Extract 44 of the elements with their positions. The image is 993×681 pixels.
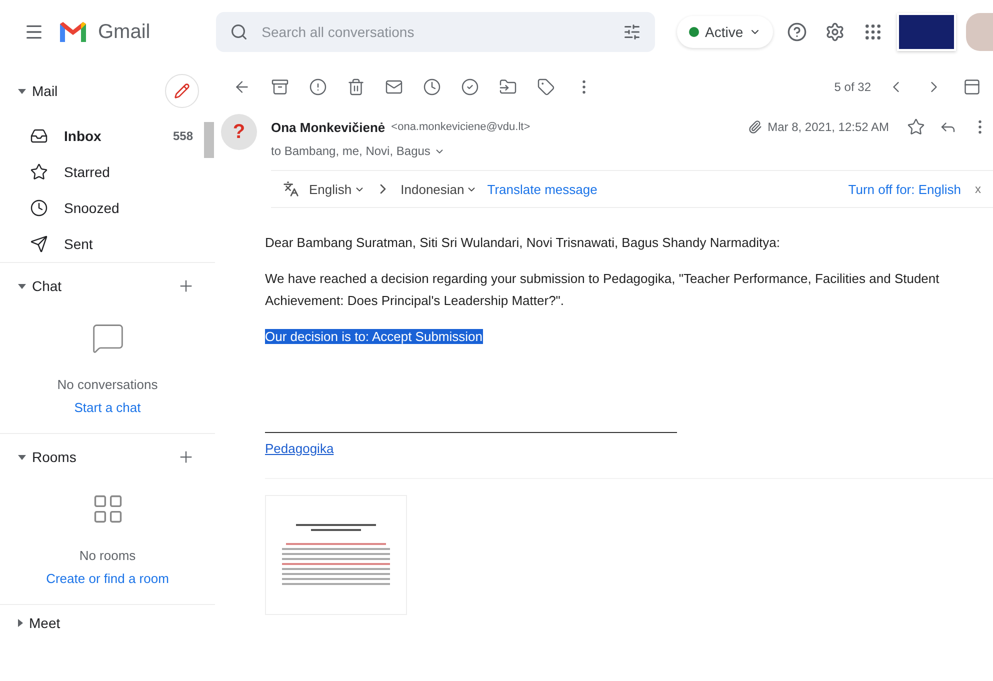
search-bar[interactable]: Search all conversations xyxy=(216,12,655,52)
sender-name: Ona Monkevičienė xyxy=(271,120,386,134)
pencil-icon xyxy=(174,83,190,99)
language-dropdown[interactable]: English xyxy=(309,182,365,196)
search-field[interactable]: Search all conversations xyxy=(260,23,611,41)
message-paragraph: Dear Bambang Suratman, Siti Sri Wulandari, Novi Trisnawati, Bagus Shandy Narmaditya: xyxy=(265,235,780,250)
document-thumbnail[interactable] xyxy=(265,495,407,615)
section-header[interactable]: Chat xyxy=(18,278,62,294)
message-date: Mar 8, 2021, 12:52 AM xyxy=(768,120,889,134)
compose-button[interactable] xyxy=(165,74,199,108)
sender-email: <ona.monkeviciene@vdu.lt> xyxy=(391,121,530,133)
section-header[interactable]: Meet xyxy=(18,615,60,631)
star-icon xyxy=(30,163,48,181)
empty-message: No conversations xyxy=(57,377,158,392)
clock-icon xyxy=(30,199,48,217)
signature-link[interactable]: Pedagogika xyxy=(265,441,334,456)
inbox-icon xyxy=(30,127,48,145)
message-paragraph: We have reached a decision regarding your submission to Pedagogika, "Teacher Performance, Facilities and Student Achievement: Does Principal's Leadership Matter?". xyxy=(265,271,940,308)
section-header[interactable]: Mail xyxy=(18,83,58,99)
action-link[interactable]: Start a chat xyxy=(74,400,141,415)
sender-avatar: ? xyxy=(221,114,257,150)
attachment-icon xyxy=(748,120,762,134)
app-name: Gmail xyxy=(98,20,150,44)
nav-item[interactable]: Starred xyxy=(0,154,203,190)
nav-item[interactable]: Inbox 558 xyxy=(0,118,203,154)
send-icon xyxy=(30,235,48,253)
turn-off-link[interactable]: Turn off for: English xyxy=(848,182,961,196)
section-header[interactable]: Rooms xyxy=(18,449,76,465)
message-position: 5 of 32 xyxy=(834,80,871,94)
mail-logo-icon xyxy=(58,20,88,44)
message-paragraph: Our decision is to: Accept Submission xyxy=(265,329,482,344)
nav-item[interactable]: Snoozed xyxy=(0,190,203,226)
language-dropdown[interactable]: Indonesian xyxy=(400,182,478,196)
search-icon xyxy=(230,23,248,41)
translate-icon xyxy=(283,181,299,197)
empty-message: No rooms xyxy=(79,548,136,563)
status-button[interactable]: Active xyxy=(677,16,774,48)
action-link[interactable]: Create or find a room xyxy=(46,571,169,586)
nav-item[interactable]: Sent xyxy=(0,226,203,262)
filter-icon[interactable] xyxy=(623,23,641,41)
translate-link[interactable]: Translate message xyxy=(487,182,598,196)
logo-placeholder xyxy=(897,13,956,51)
recipients-dropdown[interactable]: to Bambang, me, Novi, Bagus xyxy=(271,144,446,158)
close-button[interactable]: x xyxy=(971,182,981,196)
